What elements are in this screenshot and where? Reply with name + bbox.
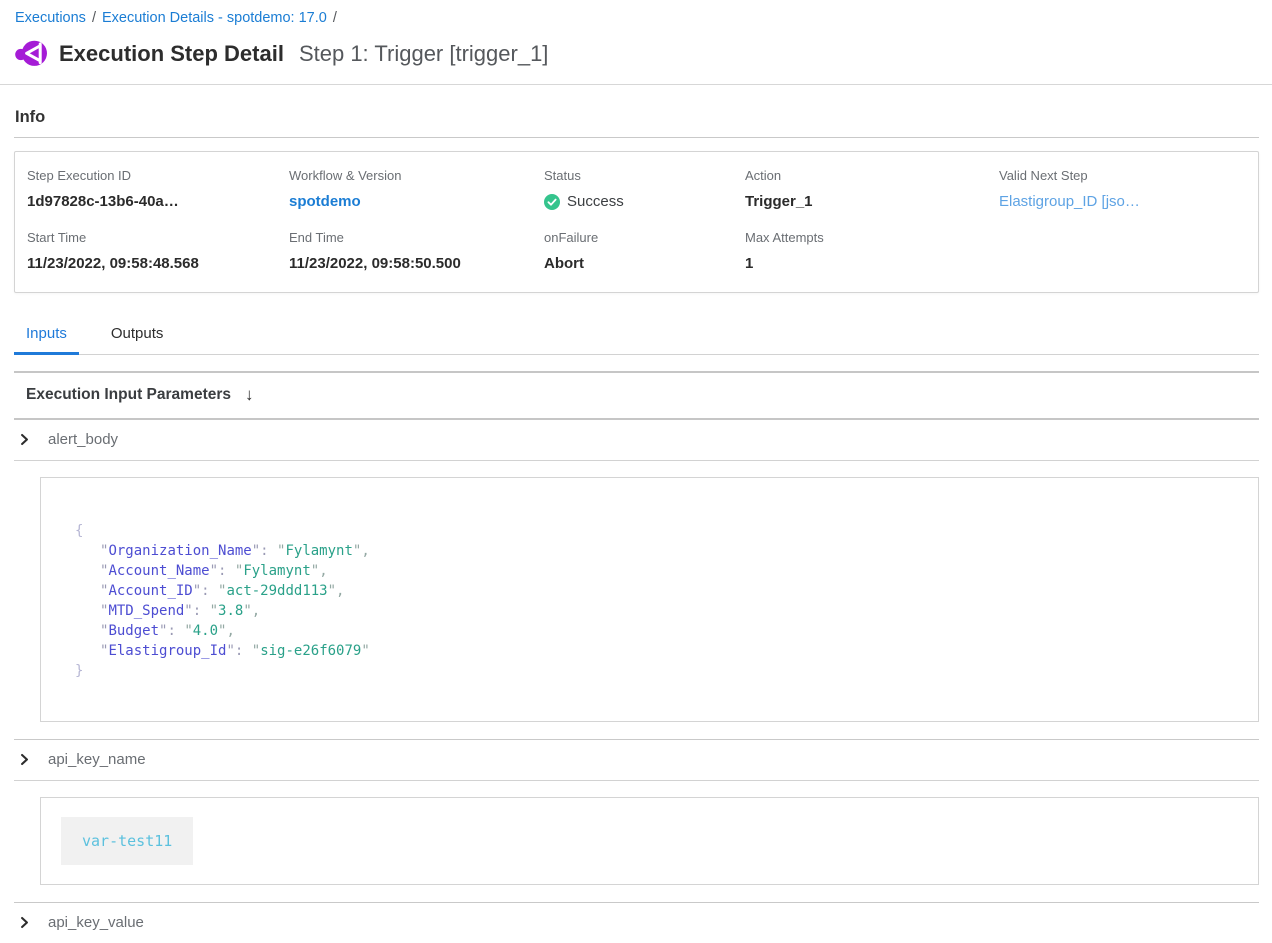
breadcrumb: Executions / Execution Details - spotdemo:… — [0, 0, 1272, 26]
status-badge: Success — [567, 193, 624, 210]
param-label: api_key_value — [48, 914, 144, 931]
chevron-right-icon — [18, 753, 31, 766]
info-field-label: Valid Next Step — [999, 168, 1248, 183]
success-check-icon — [544, 194, 560, 210]
workflow-link[interactable]: spotdemo — [289, 193, 361, 210]
info-field-label: Start Time — [27, 230, 289, 245]
api-key-name-value-panel: var-test11 — [40, 797, 1259, 885]
param-row-api-key-name[interactable]: api_key_name — [14, 740, 1259, 781]
info-field-onfailure: onFailure Abort — [544, 230, 745, 272]
info-field-label: onFailure — [544, 230, 745, 245]
json-viewer: {Organization_NameFylamyntAccount_NameFy… — [75, 521, 1228, 681]
breadcrumb-separator: / — [92, 10, 96, 26]
page-subtitle: Step 1: Trigger [trigger_1] — [299, 41, 548, 67]
info-field-label: End Time — [289, 230, 544, 245]
breadcrumb-link-execution-details[interactable]: Execution Details - spotdemo: 17.0 — [102, 10, 327, 26]
page-header: Execution Step Detail Step 1: Trigger [t… — [0, 26, 1272, 84]
info-field-label: Status — [544, 168, 745, 183]
info-field-label: Step Execution ID — [27, 168, 289, 183]
info-field-status: Status Success — [544, 168, 745, 210]
info-field-value: 1d97828c-13b6-40a… — [27, 193, 289, 210]
tab-bar: Inputs Outputs — [14, 319, 1259, 355]
alert-body-value-panel: {Organization_NameFylamyntAccount_NameFy… — [40, 477, 1259, 722]
breadcrumb-separator: / — [333, 10, 337, 26]
tab-outputs[interactable]: Outputs — [99, 319, 176, 354]
chevron-right-icon — [18, 433, 31, 446]
info-field-step-execution-id: Step Execution ID 1d97828c-13b6-40a… — [27, 168, 289, 210]
json-pair: Budget4.0 — [75, 621, 1228, 641]
info-field-label: Workflow & Version — [289, 168, 544, 183]
param-label: api_key_name — [48, 751, 146, 768]
info-field-action: Action Trigger_1 — [745, 168, 999, 210]
page-title: Execution Step Detail — [59, 41, 284, 67]
json-close-brace: } — [75, 661, 1228, 681]
info-field-value: Abort — [544, 255, 745, 272]
info-field-start-time: Start Time 11/23/2022, 09:58:48.568 — [27, 230, 289, 272]
param-label: alert_body — [48, 431, 118, 448]
execution-input-parameters-label: Execution Input Parameters — [26, 386, 231, 404]
info-card: Step Execution ID 1d97828c-13b6-40a… Wor… — [14, 151, 1259, 293]
info-divider — [14, 137, 1259, 138]
execution-input-parameters-header: Execution Input Parameters ↓ — [14, 371, 1259, 420]
info-field-max-attempts: Max Attempts 1 — [745, 230, 999, 272]
info-field-value: 11/23/2022, 09:58:48.568 — [27, 255, 289, 272]
info-heading: Info — [0, 85, 1272, 137]
info-field-empty — [999, 230, 1248, 272]
breadcrumb-link-executions[interactable]: Executions — [15, 10, 86, 26]
tab-inputs[interactable]: Inputs — [14, 319, 79, 355]
info-field-value: 1 — [745, 255, 999, 272]
info-field-workflow-version: Workflow & Version spotdemo — [289, 168, 544, 210]
info-field-label: Action — [745, 168, 999, 183]
api-key-name-value: var-test11 — [61, 817, 193, 865]
json-pair: Account_NameFylamynt — [75, 561, 1228, 581]
info-field-value: Trigger_1 — [745, 193, 999, 210]
chevron-right-icon — [18, 916, 31, 929]
info-field-valid-next-step: Valid Next Step Elastigroup_ID [jso… — [999, 168, 1248, 210]
sort-descending-icon[interactable]: ↓ — [245, 385, 254, 405]
info-field-label: Max Attempts — [745, 230, 999, 245]
next-step-link[interactable]: Elastigroup_ID [jso… — [999, 193, 1140, 210]
info-field-value: 11/23/2022, 09:58:50.500 — [289, 255, 544, 272]
param-row-api-key-value[interactable]: api_key_value — [14, 903, 1259, 943]
json-open-brace: { — [75, 521, 1228, 541]
param-row-alert-body[interactable]: alert_body — [14, 420, 1259, 461]
json-pair: Organization_NameFylamynt — [75, 541, 1228, 561]
json-pair: Elastigroup_Idsig-e26f6079 — [75, 641, 1228, 661]
fylamynt-logo-icon — [14, 38, 48, 69]
json-pair: Account_IDact-29ddd113 — [75, 581, 1228, 601]
info-field-end-time: End Time 11/23/2022, 09:58:50.500 — [289, 230, 544, 272]
json-pair: MTD_Spend3.8 — [75, 601, 1228, 621]
